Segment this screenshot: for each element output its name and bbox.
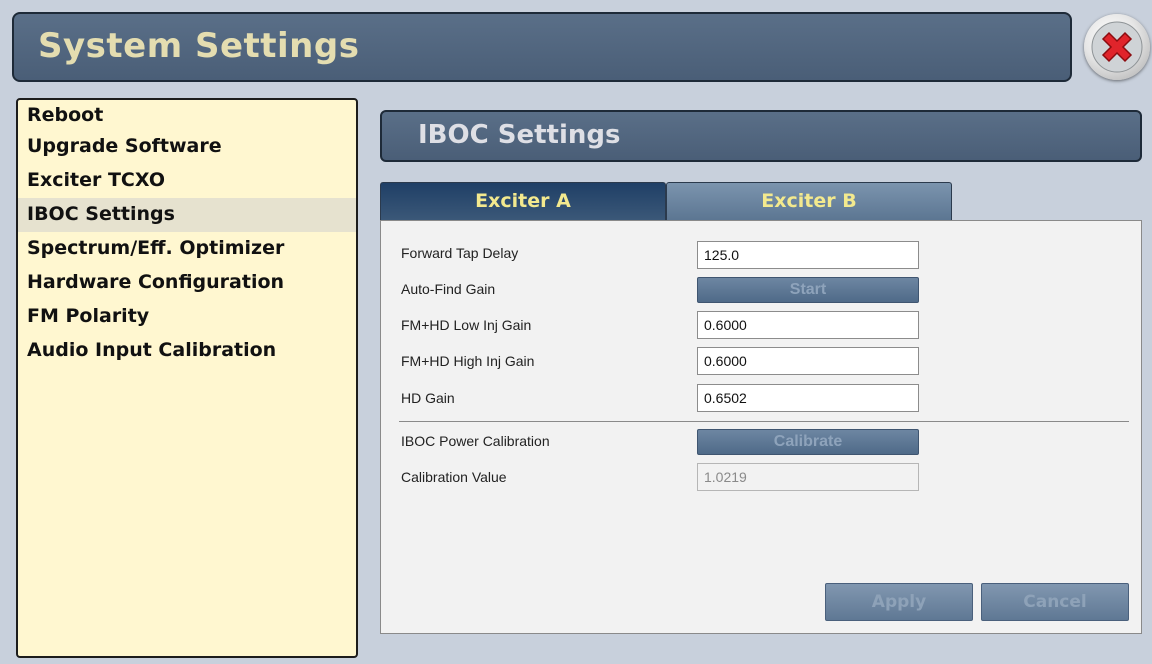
calibration-value-field: 1.0219 <box>697 463 919 491</box>
section-title: IBOC Settings <box>418 120 621 150</box>
fm-hd-low-inj-gain-label: FM+HD Low Inj Gain <box>401 317 532 333</box>
menu-item-upgrade-software[interactable]: Upgrade Software <box>18 130 356 164</box>
apply-button[interactable]: Apply <box>825 583 973 621</box>
menu-item-audio-input-calibration[interactable]: Audio Input Calibration <box>18 334 356 368</box>
cancel-button[interactable]: Cancel <box>981 583 1129 621</box>
title-bar: System Settings <box>12 12 1072 82</box>
divider <box>399 421 1129 422</box>
forward-tap-delay-label: Forward Tap Delay <box>401 245 519 261</box>
window-title: System Settings <box>38 26 360 66</box>
section-header: IBOC Settings <box>380 110 1142 162</box>
menu-item-fm-polarity[interactable]: FM Polarity <box>18 300 356 334</box>
fm-hd-low-inj-gain-field[interactable]: 0.6000 <box>697 311 919 339</box>
close-icon <box>1091 21 1143 73</box>
settings-menu: Reboot Upgrade Software Exciter TCXO IBO… <box>16 98 358 658</box>
tab-exciter-a[interactable]: Exciter A <box>380 182 666 220</box>
menu-item-exciter-tcxo[interactable]: Exciter TCXO <box>18 164 356 198</box>
start-button[interactable]: Start <box>697 277 919 303</box>
calibration-value-label: Calibration Value <box>401 469 507 485</box>
menu-item-hardware-configuration[interactable]: Hardware Configuration <box>18 266 356 300</box>
hd-gain-field[interactable]: 0.6502 <box>697 384 919 412</box>
menu-item-iboc-settings[interactable]: IBOC Settings <box>18 198 356 232</box>
menu-item-reboot[interactable]: Reboot <box>18 100 356 130</box>
close-button[interactable] <box>1084 14 1150 80</box>
menu-item-spectrum-optimizer[interactable]: Spectrum/Eff. Optimizer <box>18 232 356 266</box>
tab-exciter-b[interactable]: Exciter B <box>666 182 952 220</box>
hd-gain-label: HD Gain <box>401 390 455 406</box>
iboc-settings-panel: Forward Tap Delay 125.0 Auto-Find Gain S… <box>380 220 1142 634</box>
forward-tap-delay-field[interactable]: 125.0 <box>697 241 919 269</box>
auto-find-gain-label: Auto-Find Gain <box>401 281 496 297</box>
calibrate-button[interactable]: Calibrate <box>697 429 919 455</box>
fm-hd-high-inj-gain-field[interactable]: 0.6000 <box>697 347 919 375</box>
fm-hd-high-inj-gain-label: FM+HD High Inj Gain <box>401 353 535 369</box>
iboc-power-calibration-label: IBOC Power Calibration <box>401 433 550 449</box>
